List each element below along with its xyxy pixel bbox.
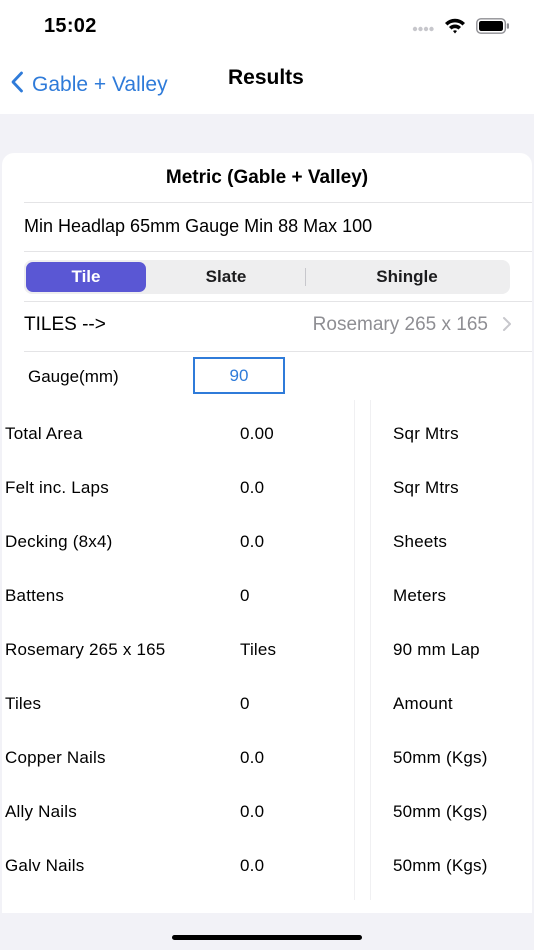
row-value: 0.0 <box>240 478 265 497</box>
table-row: Battens 0 Meters <box>2 562 532 616</box>
status-icons <box>412 17 510 39</box>
back-button-label: Gable + Valley <box>32 73 168 96</box>
table-row: Felt inc. Laps 0.0 Sqr Mtrs <box>2 454 532 508</box>
row-label: Galv Nails <box>5 856 85 875</box>
row-label: Battens <box>5 586 65 605</box>
wifi-icon <box>444 17 466 39</box>
row-unit: 50mm (Kgs) <box>393 802 488 821</box>
results-table: Total Area 0.00 Sqr Mtrs Felt inc. Laps … <box>2 400 532 900</box>
material-segmented-control[interactable]: Tile Slate Shingle <box>24 260 510 294</box>
row-value: 0.0 <box>240 748 265 767</box>
table-row: Decking (8x4) 0.0 Sheets <box>2 508 532 562</box>
chevron-right-icon <box>502 316 512 337</box>
tiles-value: Rosemary 265 x 165 <box>312 314 488 335</box>
row-value: 0.0 <box>240 802 265 821</box>
row-value: Tiles <box>240 640 277 659</box>
table-row: Copper Nails 0.0 50mm (Kgs) <box>2 724 532 778</box>
back-button[interactable]: Gable + Valley <box>10 65 168 105</box>
row-value: 0.0 <box>240 856 265 875</box>
table-row: Ally Nails 0.0 50mm (Kgs) <box>2 778 532 832</box>
row-value: 0 <box>240 694 250 713</box>
page-title: Results <box>228 66 304 89</box>
row-unit: 90 mm Lap <box>393 640 480 659</box>
row-label: Tiles <box>5 694 42 713</box>
table-row: Tiles 0 Amount <box>2 670 532 724</box>
segment-slate[interactable]: Slate <box>148 262 304 292</box>
headlap-info: Min Headlap 65mm Gauge Min 88 Max 100 <box>24 216 373 236</box>
row-unit: 50mm (Kgs) <box>393 856 488 875</box>
row-value: 0.00 <box>240 424 274 443</box>
tiles-selector-row[interactable]: TILES --> Rosemary 265 x 165 <box>24 301 532 352</box>
table-row: Rosemary 265 x 165 Tiles 90 mm Lap <box>2 616 532 670</box>
navigation-bar: Gable + Valley Results <box>0 56 534 114</box>
signal-icon <box>412 19 434 37</box>
row-label: Felt inc. Laps <box>5 478 109 497</box>
row-label: Ally Nails <box>5 802 77 821</box>
row-unit: 50mm (Kgs) <box>393 748 488 767</box>
results-card: Metric (Gable + Valley) Min Headlap 65mm… <box>2 153 532 913</box>
row-value: 0.0 <box>240 532 265 551</box>
info-row: Min Headlap 65mm Gauge Min 88 Max 100 <box>24 202 532 252</box>
card-header-row: Metric (Gable + Valley) <box>24 153 532 203</box>
segment-shingle[interactable]: Shingle <box>306 262 508 292</box>
row-label: Total Area <box>5 424 83 443</box>
row-unit: Sqr Mtrs <box>393 424 459 443</box>
row-label: Rosemary 265 x 165 <box>5 640 166 659</box>
chevron-left-icon <box>10 71 24 99</box>
row-unit: Amount <box>393 694 453 713</box>
status-bar: 15:02 <box>0 0 534 56</box>
segment-tile[interactable]: Tile <box>26 262 146 292</box>
row-unit: Sqr Mtrs <box>393 478 459 497</box>
table-row: Total Area 0.00 Sqr Mtrs <box>2 400 532 454</box>
status-time: 15:02 <box>44 15 97 37</box>
row-unit: Sheets <box>393 532 448 551</box>
row-label: Copper Nails <box>5 748 106 767</box>
gauge-label: Gauge(mm) <box>28 367 119 386</box>
tiles-label: TILES --> <box>24 314 106 335</box>
row-unit: Meters <box>393 586 447 605</box>
card-title: Metric (Gable + Valley) <box>165 167 369 188</box>
gauge-input[interactable]: 90 <box>193 357 285 394</box>
row-label: Decking (8x4) <box>5 532 113 551</box>
battery-icon <box>476 17 510 39</box>
home-indicator[interactable] <box>172 935 362 940</box>
table-row: Galv Nails 0.0 50mm (Kgs) <box>2 832 532 886</box>
row-value: 0 <box>240 586 250 605</box>
